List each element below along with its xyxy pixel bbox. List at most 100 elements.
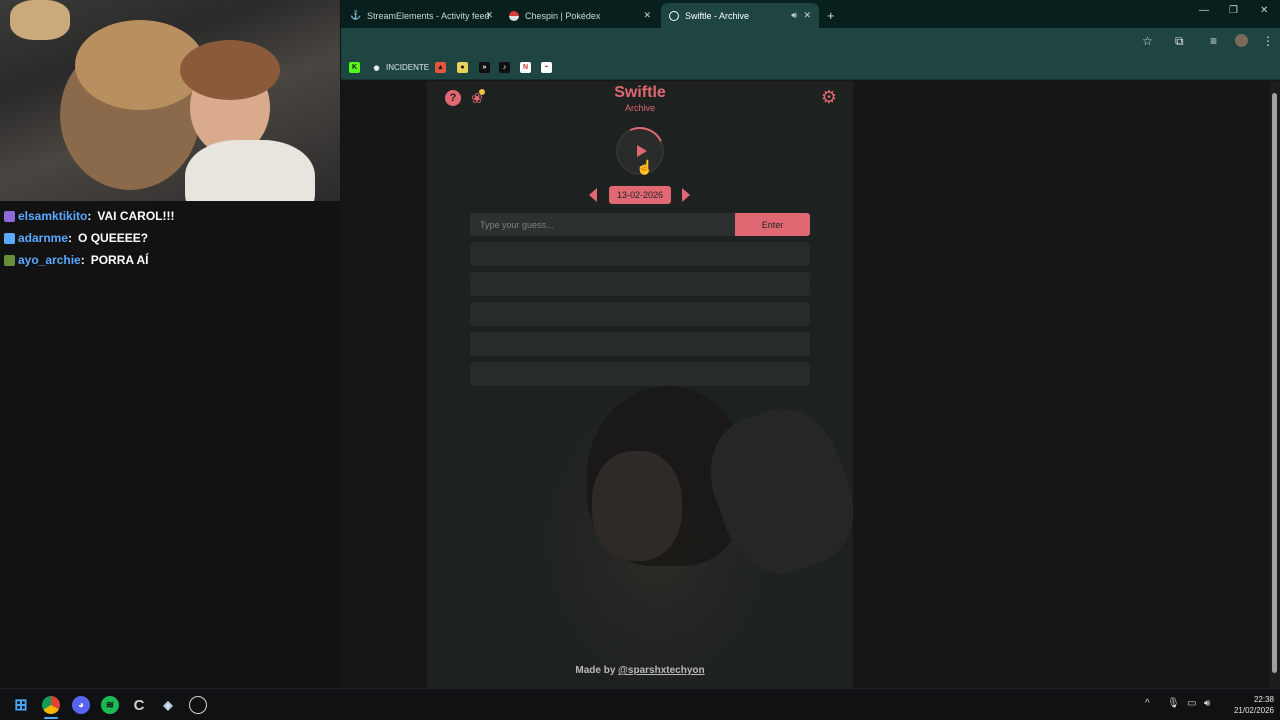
steam-icon[interactable]: ◈ bbox=[159, 696, 177, 714]
chat-badge-icon bbox=[4, 232, 15, 244]
page-scrollbar[interactable] bbox=[1269, 81, 1280, 688]
forward-icon: » bbox=[479, 62, 490, 73]
media-control-icon[interactable]: ≡ bbox=[1210, 34, 1217, 48]
chat-message: ayo_archie: PORRA AÍ bbox=[4, 249, 340, 271]
date-selector[interactable]: 13-02-2026 bbox=[609, 186, 671, 204]
bookmark-star-icon[interactable]: ☆ bbox=[1142, 34, 1153, 48]
chat-separator: : bbox=[87, 209, 92, 223]
chat-username: adarnme bbox=[18, 231, 69, 245]
tiktok-icon: ♪ bbox=[499, 62, 510, 73]
extensions-icon[interactable]: ⧉ bbox=[1175, 34, 1184, 49]
enter-button[interactable]: Enter bbox=[735, 213, 810, 236]
background-decor bbox=[10, 0, 70, 40]
swiftle-icon bbox=[669, 10, 679, 21]
close-icon[interactable]: ✕ bbox=[803, 10, 811, 21]
person-right-shirt bbox=[185, 140, 315, 201]
chat-text: O QUEEEE? bbox=[78, 231, 149, 245]
stream-chat: elsamktikito: VAI CAROL!!! adarnme: O QUEEE… bbox=[4, 205, 340, 271]
pokeball-icon: ◓ bbox=[541, 62, 552, 73]
guess-slot bbox=[470, 332, 810, 356]
previous-date-arrow[interactable] bbox=[589, 188, 597, 202]
guess-input[interactable] bbox=[470, 213, 735, 236]
system-clock[interactable]: 22:38 21/02/2026 bbox=[1222, 694, 1274, 716]
close-icon[interactable]: ✕ bbox=[643, 10, 651, 21]
scrollbar-thumb[interactable] bbox=[1272, 93, 1277, 673]
tab-streamelements[interactable]: ⚓ StreamElements - Activity feed ✕ bbox=[343, 3, 501, 28]
chat-badge-icon bbox=[4, 210, 15, 222]
address-bar[interactable] bbox=[345, 31, 1131, 53]
notion-icon: N bbox=[520, 62, 531, 73]
kick-icon: K bbox=[349, 62, 360, 73]
chat-text: PORRA AÍ bbox=[90, 253, 149, 267]
guess-slot bbox=[470, 302, 810, 326]
windows-start-icon[interactable]: ⊞ bbox=[12, 696, 30, 714]
bookmark-incidente[interactable]: ◉ INCIDENTE bbox=[371, 61, 429, 74]
speaker-icon[interactable]: 🔊︎ bbox=[791, 10, 797, 21]
chat-separator: : bbox=[80, 253, 85, 267]
background-photo-face bbox=[592, 451, 682, 561]
bookmark-forward[interactable]: » bbox=[479, 61, 494, 74]
clock-time: 22:38 bbox=[1253, 695, 1274, 704]
chat-message: adarnme: O QUEEEE? bbox=[4, 227, 340, 249]
bookmark-notion[interactable]: N bbox=[520, 61, 535, 74]
tab-swiftle[interactable]: Swiftle - Archive 🔊︎ ✕ bbox=[661, 3, 819, 28]
browser-window: ⚓ StreamElements - Activity feed ✕ Chesp… bbox=[341, 0, 1280, 688]
network-icon[interactable]: ▭ bbox=[1187, 698, 1196, 709]
guess-slot bbox=[470, 362, 810, 386]
bookmarks-bar: K ◉ INCIDENTE ▲ ● » ♪ N ◓ bbox=[341, 56, 1280, 80]
game-panel: ? ❀ Swiftle Archive ⚙ ☝ 13-02-2026 Enter… bbox=[427, 81, 853, 688]
footer-credit: Made by @sparshxtechyon bbox=[427, 665, 853, 676]
next-date-arrow[interactable] bbox=[682, 188, 690, 202]
close-icon[interactable]: ✕ bbox=[485, 10, 493, 21]
pill-icon: ● bbox=[457, 62, 468, 73]
obs-icon[interactable] bbox=[189, 696, 207, 714]
microphone-icon[interactable]: 🎙︎ bbox=[1167, 698, 1180, 709]
webcam-feed bbox=[0, 0, 340, 201]
bookmark-fire[interactable]: ▲ bbox=[435, 61, 450, 74]
streamelements-icon: ⚓ bbox=[350, 10, 362, 20]
active-app-indicator bbox=[44, 717, 58, 719]
author-link[interactable]: @sparshxtechyon bbox=[618, 665, 704, 676]
incidente-icon: ◉ bbox=[371, 62, 382, 73]
guess-slot bbox=[470, 242, 810, 266]
chat-text: VAI CAROL!!! bbox=[97, 209, 175, 223]
fire-icon: ▲ bbox=[435, 62, 446, 73]
guess-slot bbox=[470, 272, 810, 296]
tray-overflow-icon[interactable]: ^ bbox=[1145, 698, 1150, 709]
close-window-icon[interactable]: ✕ bbox=[1260, 5, 1268, 16]
pokeball-icon bbox=[509, 10, 519, 21]
profile-avatar[interactable] bbox=[1235, 34, 1248, 47]
taskbar: ⊞ ◕ ≋ C ◈ ^ 🎙︎ ▭ 🔊︎ 22:38 21/02/2026 bbox=[0, 688, 1280, 720]
person-right-hair bbox=[180, 40, 280, 100]
bookmark-pill[interactable]: ● bbox=[457, 61, 472, 74]
chat-message: elsamktikito: VAI CAROL!!! bbox=[4, 205, 340, 227]
chrome-icon[interactable] bbox=[42, 696, 60, 714]
spotify-icon[interactable]: ≋ bbox=[101, 696, 119, 714]
chat-badge-icon bbox=[4, 254, 15, 266]
volume-icon[interactable]: 🔊︎ bbox=[1204, 698, 1210, 709]
footer-prefix: Made by bbox=[575, 665, 619, 676]
bookmark-kick[interactable]: K bbox=[349, 61, 364, 74]
hand-cursor-icon: ☝ bbox=[636, 159, 654, 175]
page-subtitle: Archive bbox=[624, 103, 655, 113]
menu-icon[interactable]: ⋮ bbox=[1262, 34, 1274, 48]
maximize-icon[interactable]: ❐ bbox=[1229, 5, 1238, 16]
bookmark-pokeball[interactable]: ◓ bbox=[541, 61, 556, 74]
discord-icon[interactable]: ◕ bbox=[72, 696, 90, 714]
bookmark-label: INCIDENTE bbox=[386, 63, 430, 72]
tab-label: Chespin | Pokédex bbox=[525, 10, 601, 21]
tab-label: Swiftle - Archive bbox=[685, 10, 750, 21]
chat-username: elsamktikito bbox=[18, 209, 88, 223]
minimize-icon[interactable]: — bbox=[1199, 5, 1209, 16]
chat-username: ayo_archie bbox=[18, 253, 81, 267]
new-tab-button[interactable]: + bbox=[819, 3, 841, 28]
ccleaner-icon[interactable]: C bbox=[130, 696, 148, 714]
gear-icon[interactable]: ⚙ bbox=[820, 87, 838, 107]
bookmark-tiktok[interactable]: ♪ bbox=[499, 61, 514, 74]
clock-date: 21/02/2026 bbox=[1233, 706, 1274, 715]
browser-toolbar: ☆ ⧉ ≡ ⋮ bbox=[341, 28, 1280, 56]
tab-bar: ⚓ StreamElements - Activity feed ✕ Chesp… bbox=[341, 0, 1280, 28]
chat-separator: : bbox=[68, 231, 73, 245]
tab-pokedex[interactable]: Chespin | Pokédex ✕ bbox=[501, 3, 659, 28]
tab-label: StreamElements - Activity feed bbox=[367, 10, 490, 21]
